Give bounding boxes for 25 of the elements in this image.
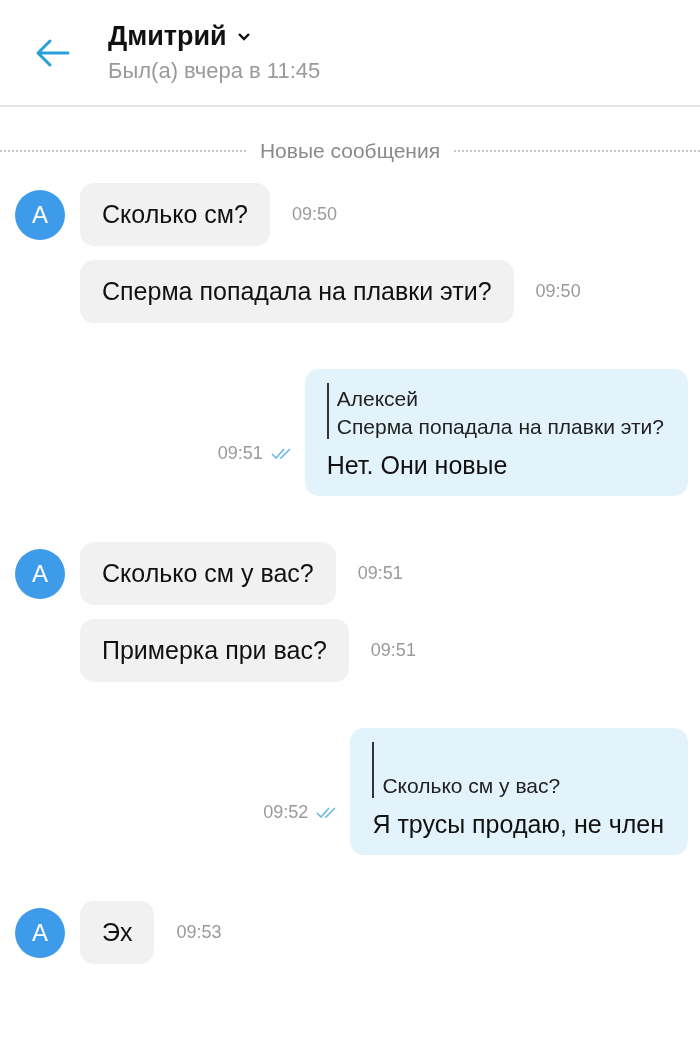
avatar[interactable]: A [15, 907, 65, 958]
message-time: 09:50 [291, 204, 337, 225]
message-bubble: Эх [80, 901, 155, 964]
new-messages-label: Новые сообщения [259, 139, 441, 163]
message-time: 09:51 [370, 640, 416, 661]
message-bubble: Сколько см? [80, 183, 270, 246]
avatar[interactable]: A [15, 548, 65, 599]
contact-name[interactable]: Дмитрий [108, 21, 227, 52]
message-time: 09:50 [535, 281, 581, 302]
chevron-down-icon[interactable] [236, 31, 251, 42]
message-text: Нет. Они новые [326, 451, 508, 479]
message-time: 09:51 [357, 563, 403, 584]
message-text: Я трусы продаю, не член [372, 810, 664, 838]
quoted-text: Сперма попадала на плавки эти? [336, 415, 664, 439]
back-arrow-icon[interactable] [34, 37, 70, 68]
message-time: 09:52 [263, 802, 309, 823]
message-time: 09:53 [176, 922, 222, 943]
quote-author: Алексей [336, 387, 419, 411]
avatar[interactable]: A [15, 189, 65, 240]
message-bubble: Сперма попадала на плавки эти? [80, 260, 514, 323]
message-time: 09:51 [217, 443, 263, 464]
message-bubble: Сколько см у вас? [80, 542, 336, 605]
message-bubble: Примерка при вас? [80, 619, 349, 682]
last-seen-status: Был(а) вчера в 11:45 [108, 58, 321, 84]
quoted-text: Сколько см у вас? [382, 774, 562, 798]
